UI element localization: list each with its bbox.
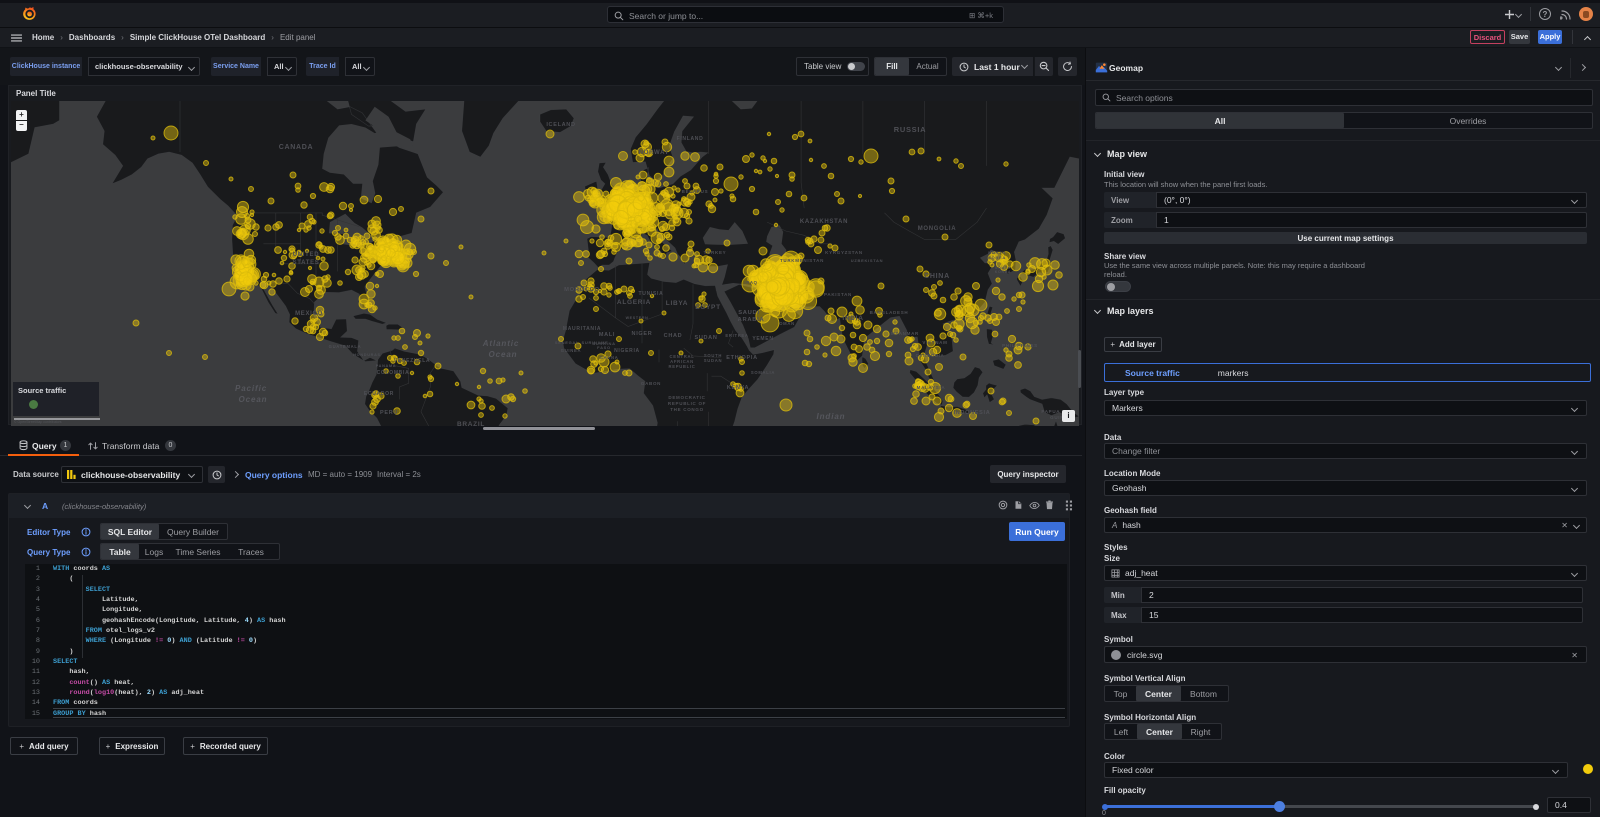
svg-text:Atlantic: Atlantic bbox=[482, 339, 520, 348]
svg-text:MYANMAR: MYANMAR bbox=[891, 331, 919, 336]
svg-text:MALAYSIA: MALAYSIA bbox=[917, 385, 946, 390]
svg-text:TURKEY: TURKEY bbox=[704, 250, 727, 255]
svg-text:ETHIOPIA: ETHIOPIA bbox=[726, 355, 758, 361]
svg-text:GUATEMALA: GUATEMALA bbox=[329, 344, 362, 349]
svg-text:ICELAND: ICELAND bbox=[546, 122, 575, 128]
svg-text:MALI: MALI bbox=[599, 332, 615, 338]
svg-text:GHANA: GHANA bbox=[600, 355, 619, 360]
svg-text:NIGER: NIGER bbox=[632, 331, 653, 337]
svg-text:KYRGYZSTAN: KYRGYZSTAN bbox=[825, 250, 863, 255]
svg-text:MAURITANIA: MAURITANIA bbox=[563, 326, 601, 332]
svg-text:HONDURAS: HONDURAS bbox=[353, 353, 381, 357]
svg-text:Pacific: Pacific bbox=[235, 384, 267, 393]
svg-text:CHAD: CHAD bbox=[664, 333, 683, 339]
svg-text:CHINA: CHINA bbox=[924, 273, 950, 280]
svg-text:GABON: GABON bbox=[641, 381, 661, 386]
svg-text:LIBYA: LIBYA bbox=[666, 300, 688, 307]
svg-text:REPUBLIC OF: REPUBLIC OF bbox=[668, 401, 706, 406]
svg-text:MOROCCO: MOROCCO bbox=[564, 287, 600, 293]
svg-text:ALGERIA: ALGERIA bbox=[617, 299, 651, 306]
svg-text:TUNISIA: TUNISIA bbox=[639, 291, 664, 297]
svg-text:COLOMBIA: COLOMBIA bbox=[377, 370, 410, 376]
svg-text:SENEGAL: SENEGAL bbox=[555, 340, 579, 345]
svg-text:Ocean: Ocean bbox=[489, 350, 518, 359]
svg-text:FASO: FASO bbox=[597, 345, 611, 350]
svg-text:BRAZIL: BRAZIL bbox=[457, 421, 485, 426]
svg-text:CANADA: CANADA bbox=[279, 144, 314, 151]
svg-text:Ocean: Ocean bbox=[239, 395, 268, 404]
svg-text:KOREA: KOREA bbox=[988, 255, 1006, 260]
svg-text:OMAN: OMAN bbox=[779, 321, 795, 326]
svg-text:Indian: Indian bbox=[817, 412, 846, 421]
svg-text:MEXICO: MEXICO bbox=[295, 311, 323, 317]
svg-text:STATES: STATES bbox=[293, 260, 320, 266]
svg-text:FINLAND: FINLAND bbox=[677, 136, 704, 142]
svg-text:INDONESIA: INDONESIA bbox=[954, 410, 991, 416]
svg-text:KAZAKHSTAN: KAZAKHSTAN bbox=[800, 219, 848, 225]
svg-text:PAKISTAN: PAKISTAN bbox=[824, 292, 852, 297]
svg-text:ARABIA: ARABIA bbox=[738, 317, 765, 323]
svg-text:ECUADOR: ECUADOR bbox=[364, 391, 394, 397]
svg-text:NIGERIA: NIGERIA bbox=[614, 348, 640, 354]
svg-text:YEMEN: YEMEN bbox=[752, 336, 773, 342]
svg-text:ERITREA: ERITREA bbox=[725, 333, 748, 338]
svg-text:DEMOCRATIC: DEMOCRATIC bbox=[668, 395, 705, 400]
svg-text:NORWAY: NORWAY bbox=[639, 150, 670, 156]
svg-text:TURKMENISTAN: TURKMENISTAN bbox=[780, 258, 824, 263]
svg-text:VENEZUELA: VENEZUELA bbox=[394, 358, 431, 364]
svg-text:RUSSIA: RUSSIA bbox=[894, 125, 927, 134]
svg-text:BANGLADESH: BANGLADESH bbox=[870, 310, 909, 315]
svg-text:GUINEA: GUINEA bbox=[561, 348, 582, 353]
svg-text:SUDAN: SUDAN bbox=[704, 358, 722, 363]
svg-text:PERU: PERU bbox=[380, 410, 398, 416]
svg-text:REPUBLIC: REPUBLIC bbox=[668, 364, 695, 369]
svg-text:EGYPT: EGYPT bbox=[695, 304, 721, 311]
svg-text:MONGOLIA: MONGOLIA bbox=[918, 226, 957, 232]
svg-text:PANAMA: PANAMA bbox=[376, 364, 397, 368]
svg-text:SUDAN: SUDAN bbox=[694, 335, 717, 341]
svg-text:PHILIPPINES: PHILIPPINES bbox=[1002, 343, 1038, 348]
svg-text:KENYA: KENYA bbox=[727, 385, 749, 391]
svg-text:UNITED: UNITED bbox=[293, 252, 320, 258]
svg-text:VIETNAM: VIETNAM bbox=[922, 340, 947, 345]
svg-text:WESTERN: WESTERN bbox=[626, 316, 649, 320]
svg-text:CAMBODIA: CAMBODIA bbox=[916, 353, 945, 358]
svg-text:THE CONGO: THE CONGO bbox=[670, 407, 704, 412]
svg-text:SURINAME: SURINAME bbox=[582, 340, 609, 345]
svg-text:INDIA: INDIA bbox=[842, 315, 863, 322]
svg-text:KOREA: KOREA bbox=[995, 270, 1011, 274]
svg-text:UZBEKISTAN: UZBEKISTAN bbox=[851, 258, 883, 263]
svg-text:BELARUS: BELARUS bbox=[682, 189, 709, 194]
svg-text:SOMALIA: SOMALIA bbox=[751, 370, 775, 375]
svg-text:IRAQ: IRAQ bbox=[744, 280, 757, 285]
svg-text:SAUDI: SAUDI bbox=[738, 310, 760, 316]
